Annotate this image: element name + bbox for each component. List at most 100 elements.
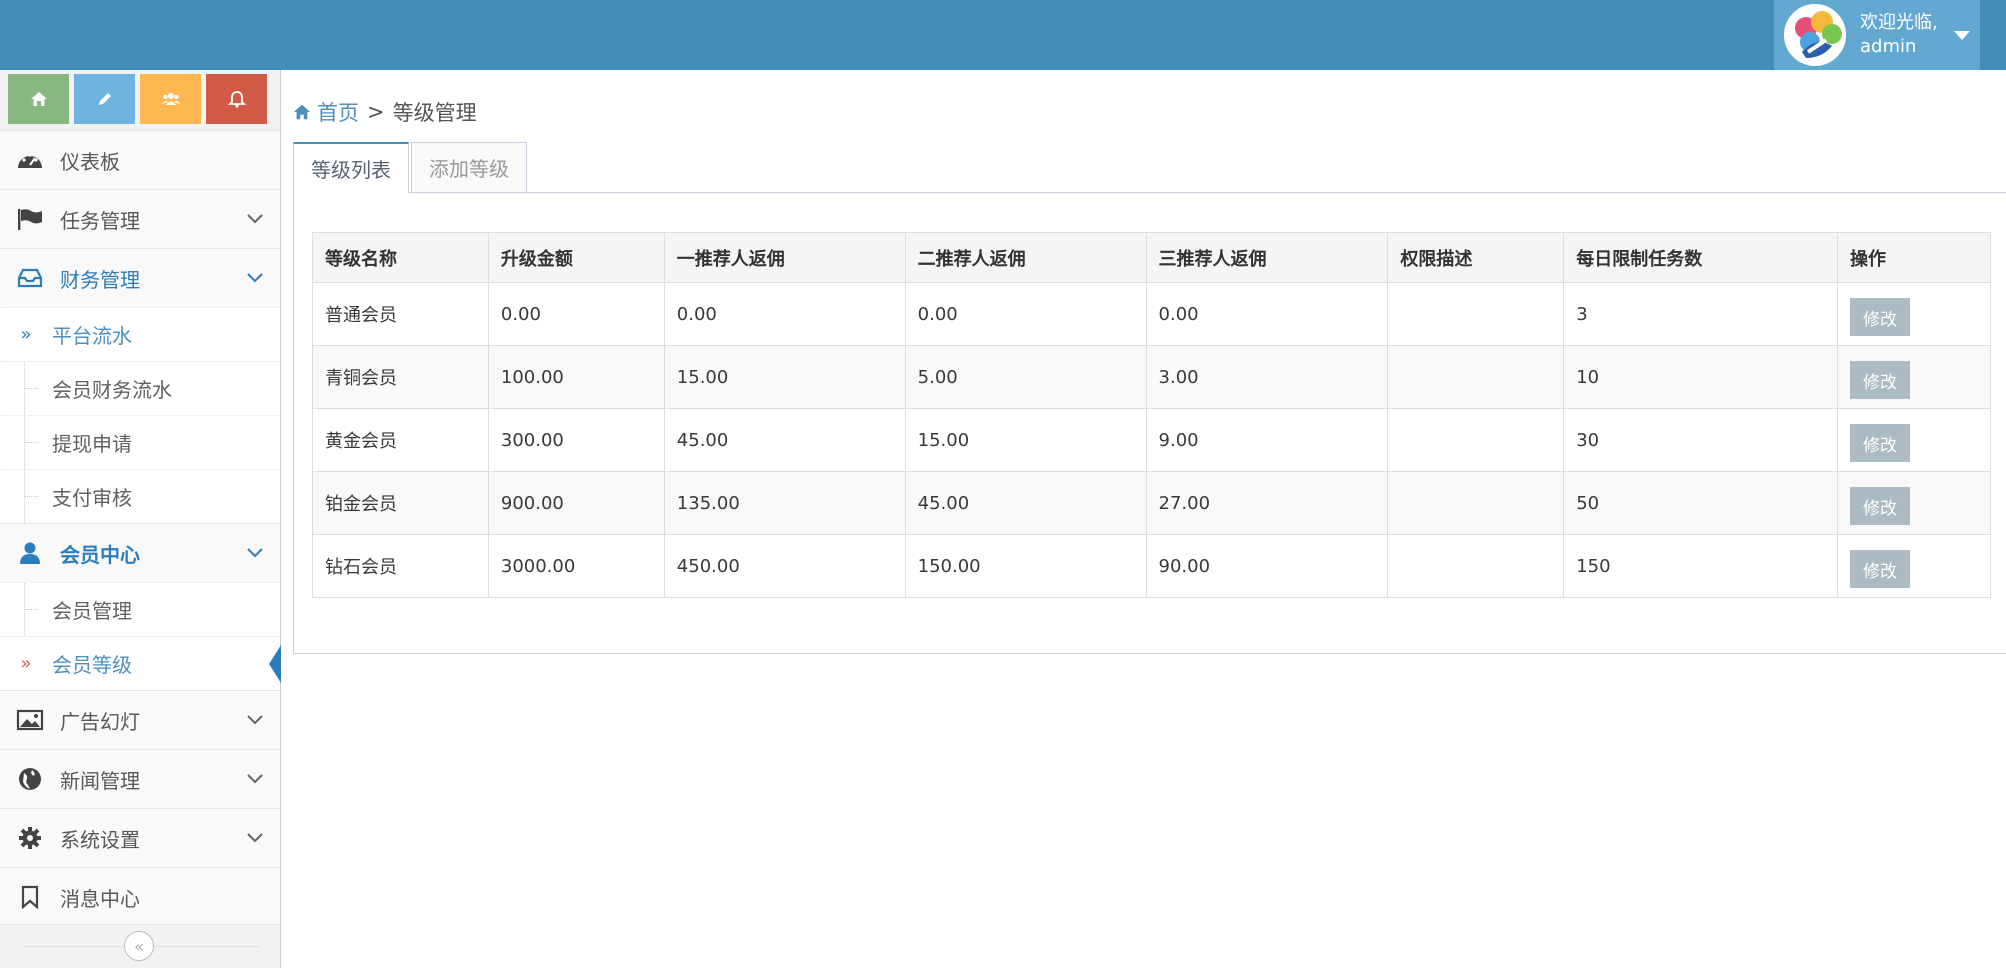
table-cell: 3 <box>1563 282 1839 346</box>
double-angle-right-icon: » <box>20 653 32 674</box>
table-cell: 450.00 <box>663 534 906 598</box>
sidebar-subitem-label: 支付审核 <box>52 486 132 510</box>
gear-icon <box>19 827 41 849</box>
home-icon <box>30 92 47 106</box>
column-header: 操作 <box>1837 232 1991 283</box>
table-cell: 修改 <box>1837 471 1991 535</box>
chevron-down-icon <box>247 774 263 784</box>
edit-button[interactable]: 修改 <box>1850 487 1911 525</box>
username: admin <box>1860 36 1917 57</box>
chevron-down-icon <box>247 273 263 283</box>
user-icon <box>20 542 40 564</box>
collapse-icon[interactable]: « <box>124 931 154 961</box>
user-menu[interactable]: 欢迎光临, admin <box>1774 0 1980 70</box>
table-cell <box>1387 534 1565 598</box>
sidebar-collapse-bar: « <box>0 924 281 968</box>
sidebar-item-dashboard[interactable]: 仪表板 <box>0 130 280 189</box>
table-row: 黄金会员 300.00 45.00 15.00 9.00 30 修改 <box>312 408 1991 472</box>
column-header: 每日限制任务数 <box>1563 232 1839 283</box>
table-cell: 15.00 <box>904 408 1147 472</box>
sidebar-item-messages[interactable]: 消息中心 <box>0 867 280 926</box>
breadcrumb: 首页 > 等级管理 <box>293 96 477 128</box>
table-cell: 钻石会员 <box>312 534 489 598</box>
tab-add-level[interactable]: 添加等级 <box>411 142 527 193</box>
table-cell: 30 <box>1563 408 1839 472</box>
flag-icon <box>18 209 42 230</box>
table-cell <box>1387 408 1565 472</box>
caret-down-icon[interactable] <box>1953 30 1970 40</box>
sidebar-item-label: 系统设置 <box>60 827 140 852</box>
table-cell: 150.00 <box>904 534 1147 598</box>
table-cell: 300.00 <box>487 408 665 472</box>
welcome-label: 欢迎光临, <box>1860 12 1938 33</box>
table-cell: 45.00 <box>904 471 1147 535</box>
users-shortcut-button[interactable] <box>140 74 201 124</box>
table-cell: 青铜会员 <box>312 345 489 409</box>
sidebar-item-settings[interactable]: 系统设置 <box>0 808 280 867</box>
edit-button[interactable]: 修改 <box>1850 424 1911 462</box>
bell-icon <box>227 91 246 108</box>
tab-level-list[interactable]: 等级列表 <box>293 142 409 193</box>
table-cell: 100.00 <box>487 345 665 409</box>
sidebar-subitem-label: 会员管理 <box>52 599 132 623</box>
sidebar-subitem-member-manage[interactable]: 会员管理 <box>0 582 280 636</box>
table-cell: 黄金会员 <box>312 408 489 472</box>
avatar <box>1784 4 1846 66</box>
sidebar-subitem-label: 会员财务流水 <box>52 378 172 402</box>
sidebar-item-ads[interactable]: 广告幻灯 <box>0 690 280 749</box>
column-header: 三推荐人返佣 <box>1145 232 1389 283</box>
table-cell: 0.00 <box>904 282 1147 346</box>
sidebar-subitem-withdraw[interactable]: 提现申请 <box>0 415 280 469</box>
pencil-icon <box>98 93 111 105</box>
table-cell: 修改 <box>1837 534 1991 598</box>
table-cell: 50 <box>1563 471 1839 535</box>
home-shortcut-button[interactable] <box>8 74 69 124</box>
table-cell: 修改 <box>1837 408 1991 472</box>
active-marker <box>269 645 281 683</box>
chevron-down-icon <box>247 715 263 725</box>
breadcrumb-current: 等级管理 <box>392 101 477 125</box>
table-cell: 900.00 <box>487 471 665 535</box>
sidebar-subitem-member-finance[interactable]: 会员财务流水 <box>0 361 280 415</box>
inbox-icon <box>17 268 43 288</box>
edit-button[interactable]: 修改 <box>1850 361 1911 399</box>
table-cell: 铂金会员 <box>312 471 489 535</box>
sidebar-item-label: 任务管理 <box>60 208 140 233</box>
sidebar-subitem-platform-flow[interactable]: » 平台流水 <box>0 307 280 361</box>
breadcrumb-home-link[interactable]: 首页 <box>317 97 359 127</box>
sidebar-item-members[interactable]: 会员中心 <box>0 523 280 582</box>
shortcut-bar <box>0 70 280 130</box>
double-angle-right-icon: » <box>20 324 32 345</box>
sidebar-subitem-label: 提现申请 <box>52 432 132 456</box>
sidebar-item-label: 财务管理 <box>60 267 140 292</box>
table-cell: 0.00 <box>487 282 665 346</box>
sidebar-subitem-member-level[interactable]: » 会员等级 <box>0 636 281 690</box>
sidebar-item-label: 仪表板 <box>60 149 120 174</box>
table-cell: 3000.00 <box>487 534 665 598</box>
table-cell: 135.00 <box>663 471 906 535</box>
edit-button[interactable]: 修改 <box>1850 550 1911 588</box>
table-cell <box>1387 345 1565 409</box>
table-cell: 45.00 <box>663 408 906 472</box>
sidebar: 仪表板 任务管理 财务管理 » 平台流水 会员财务流水 提现申请 支付审核 会员… <box>0 70 281 968</box>
breadcrumb-separator: > <box>367 100 385 124</box>
table-cell: 90.00 <box>1145 534 1389 598</box>
column-header: 一推荐人返佣 <box>663 232 906 283</box>
table-row: 青铜会员 100.00 15.00 5.00 3.00 10 修改 <box>312 345 1991 409</box>
table-cell: 10 <box>1563 345 1839 409</box>
sidebar-subitem-payment-review[interactable]: 支付审核 <box>0 469 280 523</box>
table-cell: 修改 <box>1837 345 1991 409</box>
table-cell: 15.00 <box>663 345 906 409</box>
sidebar-item-news[interactable]: 新闻管理 <box>0 749 280 808</box>
table-cell: 150 <box>1563 534 1839 598</box>
column-header: 升级金额 <box>487 232 665 283</box>
table-cell: 0.00 <box>1145 282 1389 346</box>
sidebar-item-tasks[interactable]: 任务管理 <box>0 189 280 248</box>
table-cell: 3.00 <box>1145 345 1389 409</box>
sidebar-item-finance[interactable]: 财务管理 <box>0 248 280 307</box>
edit-button[interactable]: 修改 <box>1850 298 1911 336</box>
bell-shortcut-button[interactable] <box>206 74 267 124</box>
sidebar-item-label: 消息中心 <box>60 886 140 911</box>
table-cell: 普通会员 <box>312 282 489 346</box>
edit-shortcut-button[interactable] <box>74 74 135 124</box>
